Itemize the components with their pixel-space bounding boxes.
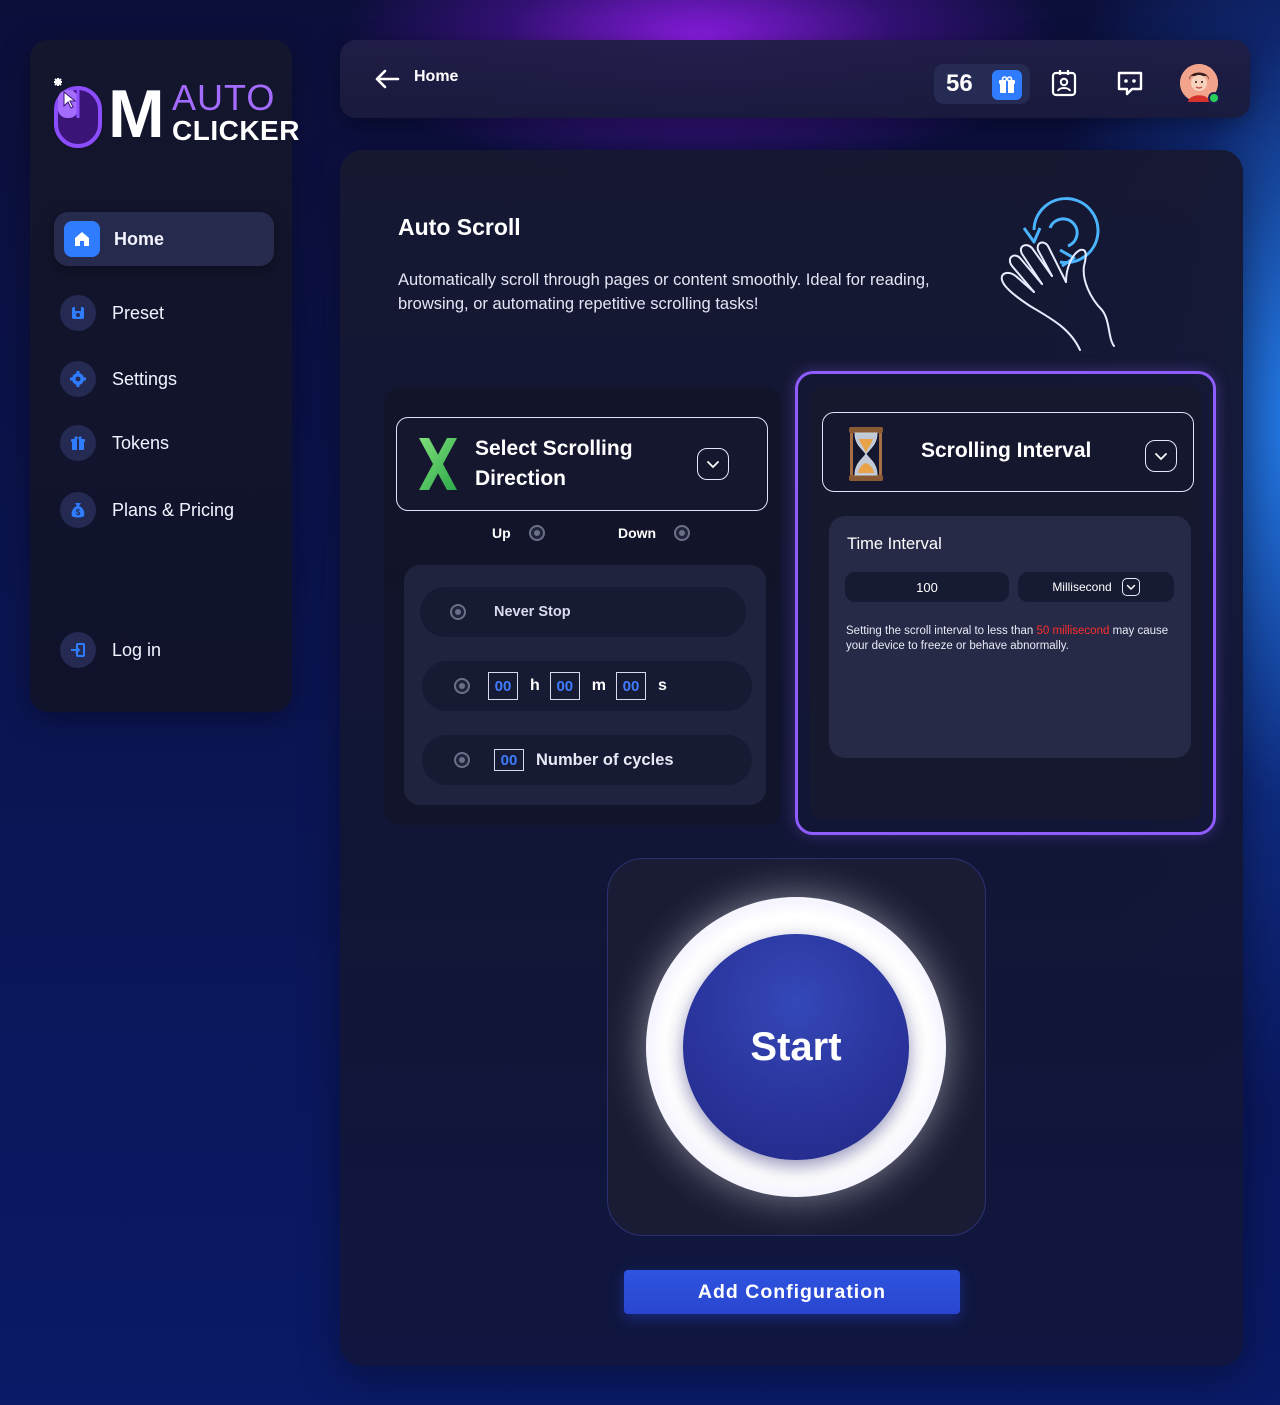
interval-unit-value: Millisecond <box>1052 580 1112 594</box>
start-area: Start <box>607 858 986 1236</box>
main-panel: Auto Scroll Automatically scroll through… <box>340 150 1243 1366</box>
logo-clicker-text: CLICKER <box>172 115 300 146</box>
sidebar: M AUTO CLICKER Home Preset Settings Toke… <box>30 40 299 712</box>
scroll-interval-header[interactable]: Scrolling Interval <box>822 412 1194 492</box>
logo-auto-text: AUTO <box>172 77 276 118</box>
never-stop-radio[interactable] <box>450 604 466 620</box>
cycles-input[interactable]: 00 <box>494 749 524 771</box>
top-bar: Home 56 <box>340 40 1250 118</box>
token-count: 56 <box>946 70 973 97</box>
time-limit-option[interactable]: 00 h 00 m 00 s <box>422 661 752 711</box>
page-title: Auto Scroll <box>398 214 521 240</box>
gift-icon <box>992 70 1022 100</box>
svg-text:$: $ <box>76 508 81 517</box>
money-bag-icon: $ <box>60 492 96 528</box>
sidebar-item-label: Preset <box>112 302 165 323</box>
scroll-direction-header[interactable]: Select Scrolling Direction <box>396 417 768 511</box>
scroll-interval-title: Scrolling Interval <box>921 439 1092 462</box>
scroll-interval-frame: Scrolling Interval Time Interval 100 Mil… <box>795 371 1216 835</box>
sidebar-item-home[interactable]: Home <box>54 212 274 266</box>
gear-icon <box>60 361 96 397</box>
direction-up-radio[interactable] <box>528 525 545 541</box>
hourglass-icon <box>849 427 883 481</box>
sidebar-item-label: Settings <box>112 368 178 389</box>
sidebar-item-label: Plans & Pricing <box>112 499 235 520</box>
page-description: Automatically scroll through pages or co… <box>398 271 930 313</box>
login-button[interactable]: Log in <box>54 623 274 677</box>
sidebar-item-tokens[interactable]: Tokens <box>54 416 274 470</box>
scroll-direction-title: Select Scrolling Direction <box>475 437 633 490</box>
minutes-unit: m <box>591 677 607 694</box>
sidebar-item-label: Tokens <box>112 432 170 453</box>
seconds-unit: s <box>658 677 667 694</box>
stop-condition-box: Never Stop 00 h 00 m 00 s 00 Number of c… <box>404 565 766 805</box>
direction-up-label: Up <box>492 525 511 541</box>
direction-down-option[interactable]: Down <box>618 525 691 541</box>
time-limit-radio[interactable] <box>454 678 470 694</box>
cycles-label: Number of cycles <box>536 750 674 769</box>
start-ring: Start <box>646 897 946 1197</box>
sidebar-item-preset[interactable]: Preset <box>54 286 274 340</box>
breadcrumb[interactable]: Home <box>414 68 458 86</box>
app-logo[interactable]: M AUTO CLICKER <box>48 72 299 152</box>
start-button[interactable]: Start <box>683 934 909 1160</box>
interval-warning: Setting the scroll interval to less than… <box>846 624 1186 654</box>
home-icon <box>64 221 100 257</box>
time-interval-box: Time Interval 100 Millisecond Setting th… <box>829 516 1191 758</box>
never-stop-option[interactable]: Never Stop <box>420 587 746 637</box>
interval-unit-select[interactable]: Millisecond <box>1018 572 1174 602</box>
minutes-input[interactable]: 00 <box>549 672 580 700</box>
interval-value-input[interactable]: 100 <box>845 572 1009 602</box>
chat-icon[interactable] <box>1113 66 1147 100</box>
x-direction-icon <box>419 438 457 490</box>
hours-unit: h <box>530 677 540 694</box>
time-interval-label: Time Interval <box>847 535 942 553</box>
seconds-input[interactable]: 00 <box>616 672 647 700</box>
gift-icon <box>60 425 96 461</box>
cycles-radio[interactable] <box>454 752 470 768</box>
token-counter[interactable]: 56 <box>934 64 1030 104</box>
sidebar-item-label: Home <box>114 228 165 249</box>
avatar[interactable] <box>1180 64 1220 104</box>
back-arrow-icon[interactable] <box>372 64 402 94</box>
direction-down-label: Down <box>618 525 657 541</box>
hours-input[interactable]: 00 <box>488 672 518 700</box>
mouse-logo-icon <box>54 78 102 148</box>
online-status-dot <box>1208 92 1220 104</box>
contact-card-icon[interactable] <box>1047 66 1081 100</box>
chevron-down-icon[interactable] <box>1145 440 1177 472</box>
chevron-down-icon[interactable] <box>697 448 729 480</box>
scroll-interval-card: Scrolling Interval Time Interval 100 Mil… <box>810 386 1202 820</box>
login-icon <box>60 632 96 668</box>
warning-text-pre: Setting the scroll interval to less than <box>846 625 1037 637</box>
scroll-direction-card: Select Scrolling Direction Up Down Never… <box>384 387 781 825</box>
warning-threshold: 50 millisecond <box>1036 625 1110 637</box>
add-configuration-button[interactable]: Add Configuration <box>624 1270 960 1314</box>
scroll-hand-icon <box>1000 197 1115 351</box>
preset-icon <box>60 295 96 331</box>
direction-down-radio[interactable] <box>674 525 691 541</box>
login-label: Log in <box>112 639 162 660</box>
never-stop-label: Never Stop <box>494 604 571 620</box>
chevron-down-icon <box>1121 578 1140 596</box>
logo-letter-m: M <box>108 76 165 152</box>
direction-up-option[interactable]: Up <box>492 525 545 541</box>
cycles-option[interactable]: 00 Number of cycles <box>422 735 752 785</box>
sidebar-item-settings[interactable]: Settings <box>54 352 274 406</box>
sidebar-item-plans-pricing[interactable]: $ Plans & Pricing <box>54 483 274 537</box>
